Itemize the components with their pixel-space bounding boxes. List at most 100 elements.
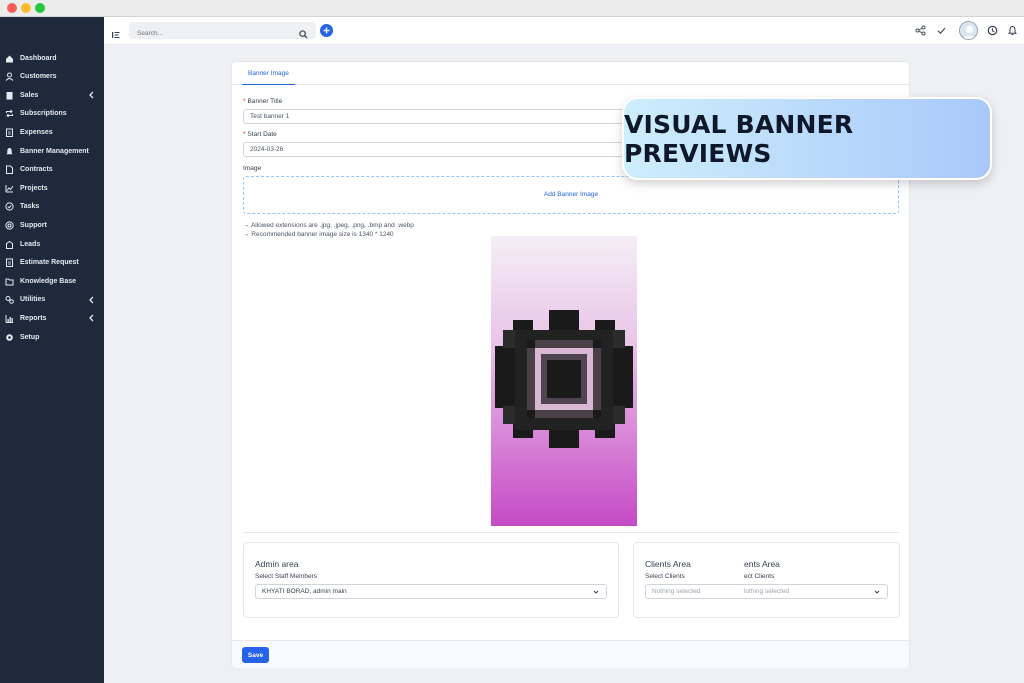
select-staff-label: Select Staff Members: [255, 573, 318, 580]
notification-bell-icon[interactable]: [1007, 25, 1018, 36]
sidebar-item-label: Subscriptions: [20, 110, 67, 118]
sidebar-item-estimate-request[interactable]: Estimate Request: [0, 255, 104, 271]
select-clients-label-ghost: ect Clients: [744, 573, 775, 580]
search-icon[interactable]: [299, 26, 308, 39]
sidebar-item-utilities[interactable]: Utilities: [0, 292, 104, 308]
plus-icon: [323, 27, 330, 34]
bell-icon: [5, 147, 14, 156]
clients-placeholder-ghost: lothing selected: [744, 588, 790, 595]
sidebar-item-label: Customers: [20, 73, 57, 81]
document-icon: [5, 165, 14, 175]
sidebar-item-label: Support: [20, 221, 47, 229]
sidebar-item-tasks[interactable]: Tasks: [0, 199, 104, 215]
sidebar-item-label: Utilities: [20, 296, 46, 304]
clients-area-panel: Clients Area ents Area Select Clients ec…: [633, 542, 900, 618]
chevron-down-icon: [593, 590, 599, 594]
lifebuoy-icon: [5, 221, 14, 230]
hint-extensions: → Allowed extensions are .jpg, .jpeg, .p…: [243, 222, 414, 229]
sidebar-item-label: Banner Management: [20, 147, 89, 155]
banner-image-preview: [491, 236, 637, 526]
chevron-left-icon: [88, 91, 95, 99]
admin-area-title: Admin area: [255, 559, 299, 569]
select-clients-label: Select Clients: [645, 573, 685, 580]
staff-members-select[interactable]: KHYATI BORAD, admin main: [255, 584, 607, 599]
image-label: Image: [243, 165, 262, 172]
clients-placeholder: Nothing selected: [652, 588, 701, 595]
sidebar-item-label: Tasks: [20, 203, 40, 211]
file-icon: [5, 91, 14, 100]
window-titlebar: [0, 0, 1024, 17]
sidebar-item-contracts[interactable]: Contracts: [0, 162, 104, 178]
clients-area-title: Clients Area: [645, 559, 691, 569]
sidebar-item-label: Setup: [20, 333, 40, 341]
clients-area-title-ghost: ents Area: [744, 559, 780, 569]
sidebar-item-knowledge-base[interactable]: Knowledge Base: [0, 273, 104, 289]
sidebar-item-leads[interactable]: Leads: [0, 236, 104, 252]
hint-size: → Recommended banner image size is 1340 …: [243, 231, 394, 238]
feature-callout: VISUAL BANNER PREVIEWS: [622, 97, 992, 180]
banner-title-label: * Banner Title: [243, 98, 283, 105]
menu-toggle-icon[interactable]: [112, 26, 120, 38]
clients-select[interactable]: Nothing selected lothing selected: [645, 584, 888, 599]
form-footer: Save: [232, 640, 909, 668]
repeat-icon: [5, 109, 14, 118]
admin-area-panel: Admin area Select Staff Members KHYATI B…: [243, 542, 619, 618]
tab-banner-image[interactable]: Banner Image: [242, 62, 295, 85]
sidebar-item-sales[interactable]: Sales: [0, 87, 104, 103]
share-icon[interactable]: [915, 25, 926, 36]
staff-members-value: KHYATI BORAD, admin main: [262, 588, 347, 595]
sidebar-item-label: Estimate Request: [20, 259, 79, 267]
file-text-icon: [5, 128, 14, 137]
top-bar: [104, 17, 1024, 45]
sidebar-item-label: Reports: [20, 314, 47, 322]
sidebar-item-setup[interactable]: Setup: [0, 329, 104, 345]
bar-chart-icon: [5, 314, 14, 323]
user-avatar[interactable]: [959, 21, 978, 40]
add-banner-image-link[interactable]: Add Banner Image: [244, 191, 898, 198]
search-input[interactable]: [129, 25, 279, 42]
sidebar-item-subscriptions[interactable]: Subscriptions: [0, 106, 104, 122]
checkmark-icon[interactable]: [936, 25, 947, 36]
chevron-down-icon: [874, 590, 880, 594]
sidebar-item-projects[interactable]: Projects: [0, 180, 104, 196]
sidebar-item-banner-management[interactable]: Banner Management: [0, 143, 104, 159]
sidebar-item-label: Contracts: [20, 166, 53, 174]
minimize-window-button[interactable]: [21, 3, 31, 13]
quick-add-button[interactable]: [320, 24, 333, 37]
start-date-label: * Start Date: [243, 131, 277, 138]
sidebar-item-expenses[interactable]: Expenses: [0, 124, 104, 140]
user-icon: [5, 72, 14, 81]
sidebar-item-label: Sales: [20, 91, 39, 99]
sidebar-item-customers[interactable]: Customers: [0, 69, 104, 85]
gear-icon: [5, 333, 14, 342]
section-divider: [243, 532, 900, 533]
search-box: [129, 22, 316, 42]
gear-graphic: [495, 310, 633, 448]
feature-callout-text: VISUAL BANNER PREVIEWS: [624, 109, 854, 168]
chevron-left-icon: [88, 314, 95, 322]
image-dropzone[interactable]: Add Banner Image: [243, 176, 899, 214]
chevron-left-icon: [88, 296, 95, 304]
maximize-window-button[interactable]: [35, 3, 45, 13]
close-window-button[interactable]: [7, 3, 17, 13]
sidebar: Dashboard Customers Sales Subscriptions Expe…: [0, 17, 104, 683]
folder-icon: [5, 277, 14, 286]
check-circle-icon: [5, 202, 14, 211]
sidebar-item-label: Leads: [20, 240, 41, 248]
tab-bar: Banner Image: [232, 62, 911, 85]
start-date-value: 2024-03-26: [250, 146, 284, 153]
clock-icon[interactable]: [987, 25, 998, 36]
chart-icon: [5, 184, 14, 193]
home-icon: [5, 54, 14, 63]
building-icon: [5, 240, 14, 249]
save-button[interactable]: Save: [242, 647, 269, 663]
file-text-icon: [5, 258, 14, 268]
sidebar-item-dashboard[interactable]: Dashboard: [0, 50, 104, 66]
sidebar-item-label: Knowledge Base: [20, 277, 77, 285]
gears-icon: [5, 295, 14, 305]
sidebar-item-label: Expenses: [20, 128, 53, 136]
sidebar-item-reports[interactable]: Reports: [0, 310, 104, 326]
sidebar-item-label: Projects: [20, 184, 48, 192]
sidebar-item-support[interactable]: Support: [0, 217, 104, 233]
sidebar-item-label: Dashboard: [20, 54, 57, 62]
